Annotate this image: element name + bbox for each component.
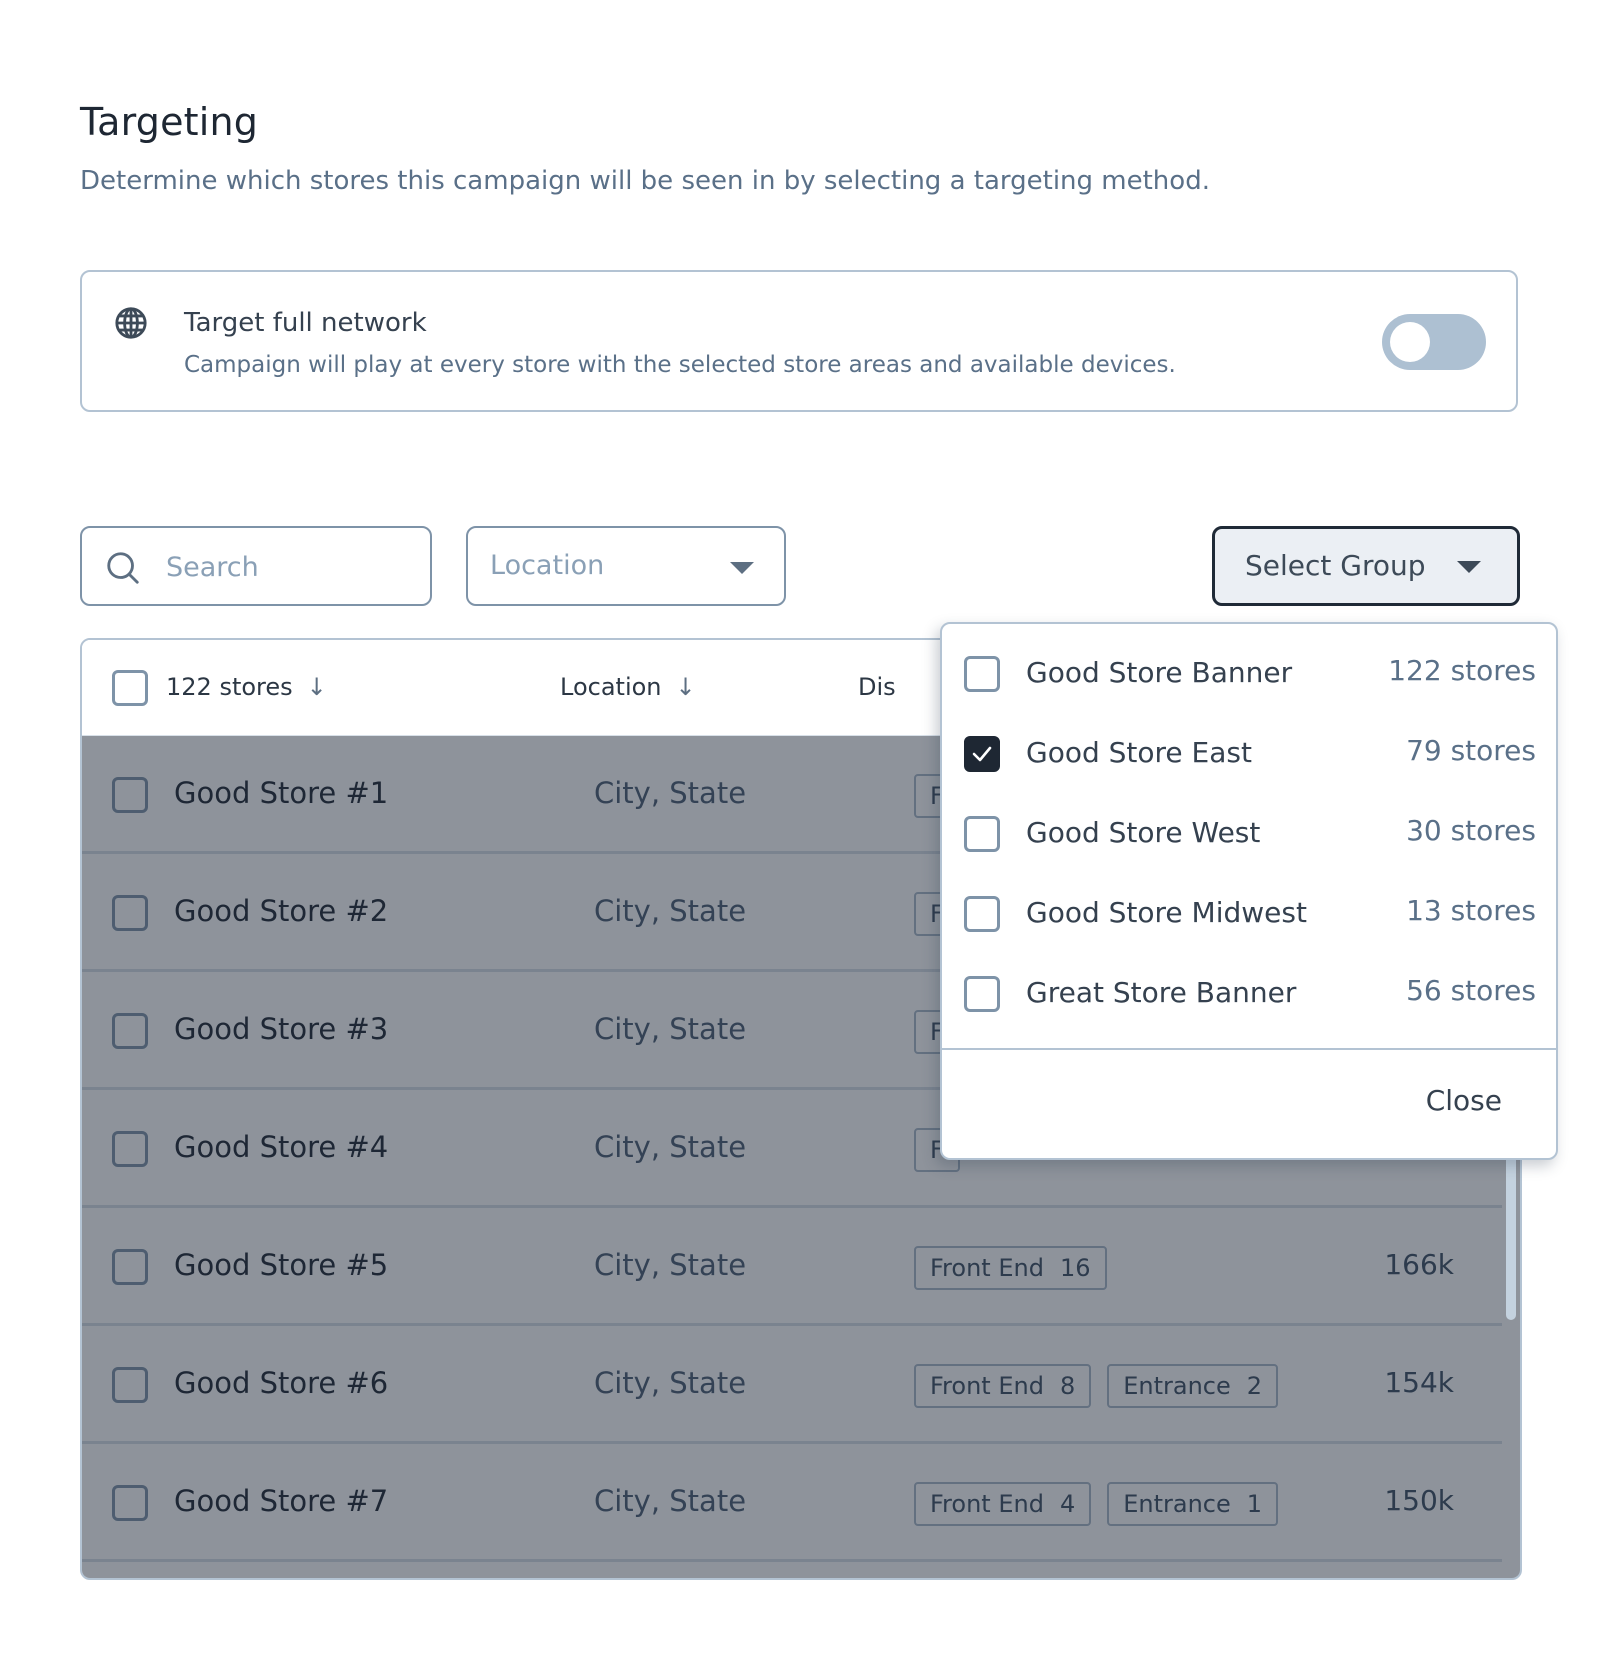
- target-full-network-toggle[interactable]: [1382, 314, 1486, 370]
- row-checkbox[interactable]: [112, 895, 148, 931]
- store-location: City, State: [594, 776, 747, 810]
- store-location: City, State: [594, 1012, 747, 1046]
- globe-icon: [115, 307, 147, 339]
- column-stores-label: 122 stores: [166, 673, 293, 701]
- store-traffic: 150k: [1384, 1484, 1454, 1517]
- store-location: City, State: [594, 894, 747, 928]
- row-checkbox[interactable]: [112, 1013, 148, 1049]
- row-checkbox[interactable]: [112, 1367, 148, 1403]
- store-location: City, State: [594, 1130, 747, 1164]
- store-location: City, State: [594, 1484, 747, 1518]
- table-row[interactable]: Good Store #5 City, State Front End 16 16…: [82, 1208, 1502, 1326]
- group-option[interactable]: Good Store Midwest 13 stores: [942, 876, 1556, 956]
- store-name: Good Store #5: [174, 1248, 389, 1282]
- group-option[interactable]: Good Store East 79 stores: [942, 716, 1556, 796]
- group-option[interactable]: Great Store Banner 56 stores: [942, 956, 1556, 1036]
- group-checkbox[interactable]: [964, 816, 1000, 852]
- select-group-menu: Good Store Banner 122 stores Good Store …: [940, 622, 1558, 1160]
- group-option[interactable]: Good Store Banner 122 stores: [942, 636, 1556, 716]
- group-option-count: 79 stores: [1406, 734, 1536, 767]
- row-checkbox[interactable]: [112, 1485, 148, 1521]
- menu-divider: [942, 1048, 1556, 1050]
- checkmark-icon: [972, 746, 992, 762]
- group-option-label: Good Store West: [1026, 816, 1261, 849]
- store-name: Good Store #6: [174, 1366, 389, 1400]
- group-checkbox-checked[interactable]: [964, 736, 1000, 772]
- sort-arrow-down-icon: ↓: [306, 673, 327, 701]
- close-button[interactable]: Close: [1426, 1084, 1502, 1117]
- area-tag: Front End 16: [914, 1246, 1107, 1290]
- store-location: City, State: [594, 1248, 747, 1282]
- more-options-icon[interactable]: [782, 1138, 826, 1150]
- row-checkbox[interactable]: [112, 1249, 148, 1285]
- area-tag: Front End 4: [914, 1482, 1092, 1526]
- row-checkbox[interactable]: [112, 777, 148, 813]
- store-name: Good Store #3: [174, 1012, 389, 1046]
- column-header-display[interactable]: Dis: [858, 673, 896, 701]
- network-card-title: Target full network: [184, 308, 427, 338]
- location-dropdown-label: Location: [490, 550, 605, 581]
- group-checkbox[interactable]: [964, 896, 1000, 932]
- group-option-count: 56 stores: [1406, 974, 1536, 1007]
- group-option-label: Good Store East: [1026, 736, 1252, 769]
- store-name: Good Store #2: [174, 894, 389, 928]
- sort-arrow-down-icon: ↓: [675, 673, 696, 701]
- group-checkbox[interactable]: [964, 976, 1000, 1012]
- area-tag: Entrance 2: [1107, 1364, 1279, 1408]
- row-checkbox[interactable]: [112, 1131, 148, 1167]
- column-display-label: Dis: [858, 673, 896, 701]
- store-name: Good Store #7: [174, 1484, 389, 1518]
- group-option[interactable]: Good Store West 30 stores: [942, 796, 1556, 876]
- page-subtitle: Determine which stores this campaign wil…: [80, 166, 1210, 196]
- table-row[interactable]: Good Store #6 City, State Front End 8 Ent…: [82, 1326, 1502, 1444]
- area-tag: Front End 8: [914, 1364, 1092, 1408]
- group-option-count: 13 stores: [1406, 894, 1536, 927]
- toggle-knob: [1390, 322, 1430, 362]
- page-title: Targeting: [80, 100, 259, 144]
- select-all-checkbox[interactable]: [112, 670, 148, 706]
- store-name: Good Store #4: [174, 1130, 389, 1164]
- store-name: Good Store #1: [174, 776, 389, 810]
- store-traffic: 166k: [1384, 1248, 1454, 1281]
- group-checkbox[interactable]: [964, 656, 1000, 692]
- select-group-button[interactable]: Select Group: [1212, 526, 1520, 606]
- store-location: City, State: [594, 1366, 747, 1400]
- store-traffic: 154k: [1384, 1366, 1454, 1399]
- network-card-description: Campaign will play at every store with t…: [184, 352, 1176, 378]
- column-header-stores[interactable]: 122 stores ↓: [166, 673, 327, 701]
- group-option-label: Good Store Banner: [1026, 656, 1293, 689]
- group-option-label: Good Store Midwest: [1026, 896, 1307, 929]
- select-group-label: Select Group: [1245, 549, 1426, 582]
- column-header-location[interactable]: Location ↓: [560, 673, 696, 701]
- caret-down-icon: [730, 562, 754, 574]
- area-tag: Entrance 1: [1107, 1482, 1279, 1526]
- location-dropdown[interactable]: Location: [466, 526, 786, 606]
- search-field[interactable]: [80, 526, 432, 606]
- group-option-label: Great Store Banner: [1026, 976, 1297, 1009]
- search-input[interactable]: [166, 542, 416, 592]
- target-full-network-card: Target full network Campaign will play a…: [80, 270, 1518, 412]
- group-option-count: 122 stores: [1388, 654, 1536, 687]
- search-icon: [107, 552, 139, 584]
- column-location-label: Location: [560, 673, 662, 701]
- group-option-count: 30 stores: [1406, 814, 1536, 847]
- caret-down-icon: [1457, 561, 1481, 573]
- table-row[interactable]: Good Store #7 City, State Front End 4 Ent…: [82, 1444, 1502, 1562]
